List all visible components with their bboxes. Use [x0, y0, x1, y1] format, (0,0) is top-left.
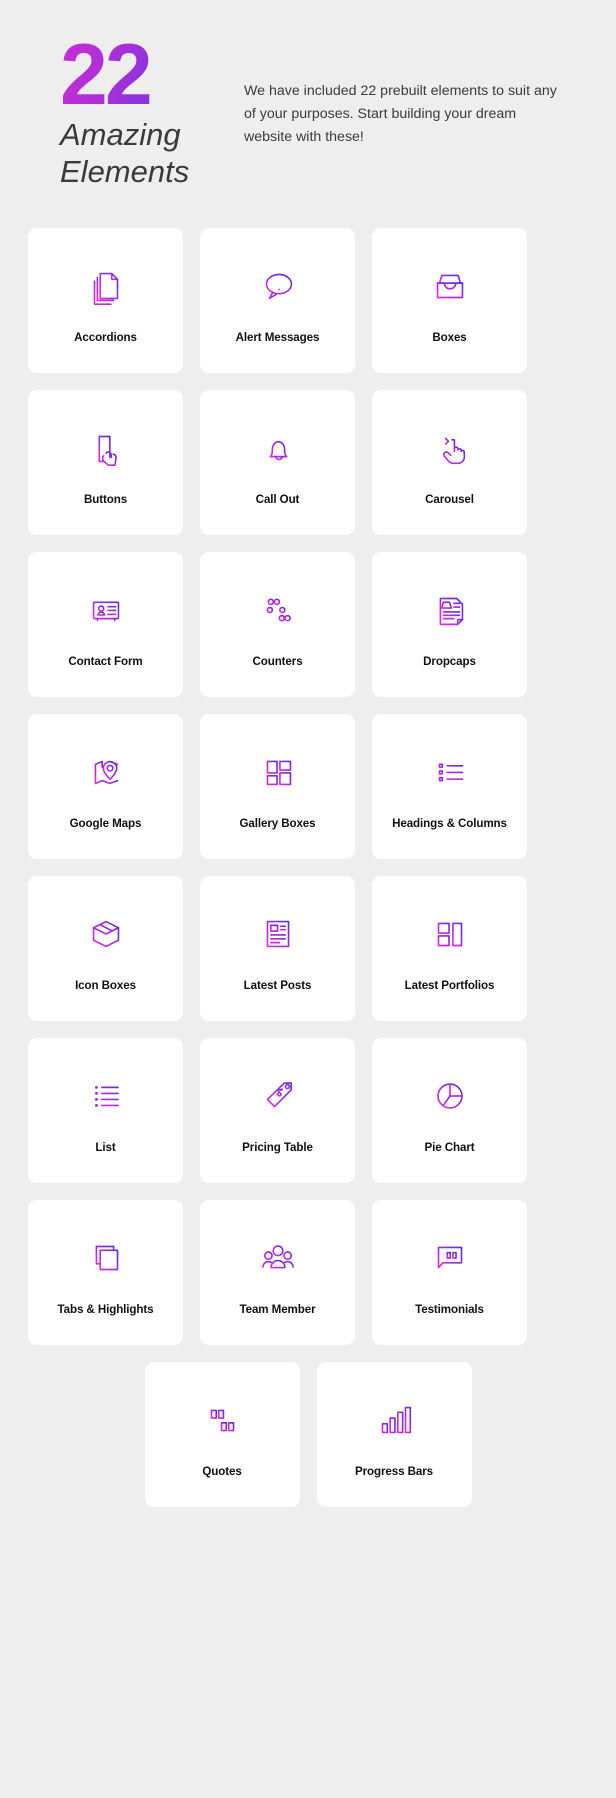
element-row: Tabs & Highlights Team Member Testimonials: [28, 1200, 588, 1345]
element-row: Google Maps Gallery Boxes Headings & Colum…: [28, 714, 588, 859]
element-card[interactable]: Contact Form: [28, 552, 183, 697]
element-row: Icon Boxes Latest Posts Latest Portfolios: [28, 876, 588, 1021]
element-card[interactable]: Google Maps: [28, 714, 183, 859]
element-card[interactable]: Quotes: [144, 1362, 300, 1507]
element-card-label: Alert Messages: [235, 330, 320, 344]
map-pin-icon: [83, 743, 129, 801]
list-bullets-icon: [83, 1067, 129, 1125]
element-card[interactable]: Counters: [200, 552, 355, 697]
element-card[interactable]: Buttons: [28, 390, 183, 535]
element-card[interactable]: Latest Portfolios: [372, 876, 527, 1021]
element-card[interactable]: Call Out: [200, 390, 355, 535]
element-card[interactable]: Dropcaps: [372, 552, 527, 697]
hero-subtitle-line1: Amazing: [60, 117, 181, 153]
element-card-label: Google Maps: [69, 816, 142, 830]
element-card-label: Dropcaps: [423, 654, 476, 668]
element-card-label: Counters: [252, 654, 303, 668]
element-card[interactable]: Carousel: [372, 390, 527, 535]
element-card[interactable]: Team Member: [200, 1200, 355, 1345]
element-card[interactable]: Tabs & Highlights: [28, 1200, 183, 1345]
documents-stack-icon: [83, 257, 129, 315]
element-card-label: List: [95, 1140, 116, 1154]
element-card-label: Carousel: [425, 492, 474, 506]
element-card[interactable]: Testimonials: [372, 1200, 527, 1345]
open-box-tray-icon: [427, 257, 473, 315]
element-card[interactable]: Boxes: [372, 228, 527, 373]
element-card[interactable]: Icon Boxes: [28, 876, 183, 1021]
element-row: List Pricing Table Pie Chart: [28, 1038, 588, 1183]
element-card-label: Pie Chart: [424, 1140, 475, 1154]
element-card-label: Tabs & Highlights: [57, 1302, 154, 1316]
bullet-lines-icon: [427, 743, 473, 801]
element-card[interactable]: Progress Bars: [316, 1362, 472, 1507]
element-card-label: Contact Form: [68, 654, 143, 668]
hero-description-block: We have included 22 prebuilt elements to…: [230, 36, 586, 149]
document-letter-a-icon: [427, 581, 473, 639]
element-row: Buttons Call Out Carousel: [28, 390, 588, 535]
element-card-label: Latest Posts: [243, 978, 312, 992]
element-card[interactable]: Pricing Table: [200, 1038, 355, 1183]
element-card[interactable]: List: [28, 1038, 183, 1183]
hero-section: 22 Amazing Elements We have included 22 …: [0, 0, 616, 228]
phone-tap-icon: [83, 419, 129, 477]
portfolio-layout-icon: [427, 905, 473, 963]
stacked-squares-icon: [83, 1229, 129, 1287]
element-card-label: Buttons: [83, 492, 128, 506]
article-page-icon: [255, 905, 301, 963]
element-card-label: Team Member: [239, 1302, 316, 1316]
hero-title-block: 22 Amazing Elements: [30, 32, 230, 190]
element-card-label: Pricing Table: [242, 1140, 313, 1154]
sliders-icon: [255, 581, 301, 639]
bar-chart-icon: [371, 1391, 417, 1449]
element-card-label: Latest Portfolios: [404, 978, 495, 992]
hand-swipe-arrow-icon: [427, 419, 473, 477]
element-card-label: Testimonials: [415, 1302, 484, 1316]
element-card[interactable]: Gallery Boxes: [200, 714, 355, 859]
element-row: Quotes Progress Bars: [28, 1362, 588, 1507]
price-tag-icon: [255, 1067, 301, 1125]
quote-bubble-icon: [427, 1229, 473, 1287]
elements-grid: Accordions Alert Messages Boxes Buttons Call…: [0, 228, 616, 1507]
element-card[interactable]: Alert Messages: [200, 228, 355, 373]
gallery-grid-icon: [255, 743, 301, 801]
pie-chart-icon: [427, 1067, 473, 1125]
element-card-label: Progress Bars: [355, 1464, 433, 1478]
element-card-label: Icon Boxes: [75, 978, 136, 992]
element-card-label: Gallery Boxes: [239, 816, 316, 830]
cube-box-icon: [83, 905, 129, 963]
element-card[interactable]: Latest Posts: [200, 876, 355, 1021]
hero-big-number: 22: [60, 32, 230, 118]
speech-bubble-alert-icon: [255, 257, 301, 315]
element-card-label: Boxes: [432, 330, 467, 344]
hero-description: We have included 22 prebuilt elements to…: [244, 83, 557, 146]
bell-icon: [255, 419, 301, 477]
element-card-label: Quotes: [202, 1464, 242, 1478]
id-card-icon: [83, 581, 129, 639]
element-card[interactable]: Accordions: [28, 228, 183, 373]
element-card-label: Call Out: [255, 492, 300, 506]
element-card-label: Headings & Columns: [392, 816, 507, 830]
element-card[interactable]: Pie Chart: [372, 1038, 527, 1183]
people-group-icon: [255, 1229, 301, 1287]
quotation-marks-icon: [199, 1391, 245, 1449]
element-row: Accordions Alert Messages Boxes: [28, 228, 588, 373]
hero-subtitle-line2: Elements: [60, 153, 190, 189]
element-card[interactable]: Headings & Columns: [372, 714, 527, 859]
element-row: Contact Form Counters Dropcaps: [28, 552, 588, 697]
element-card-label: Accordions: [74, 330, 137, 344]
